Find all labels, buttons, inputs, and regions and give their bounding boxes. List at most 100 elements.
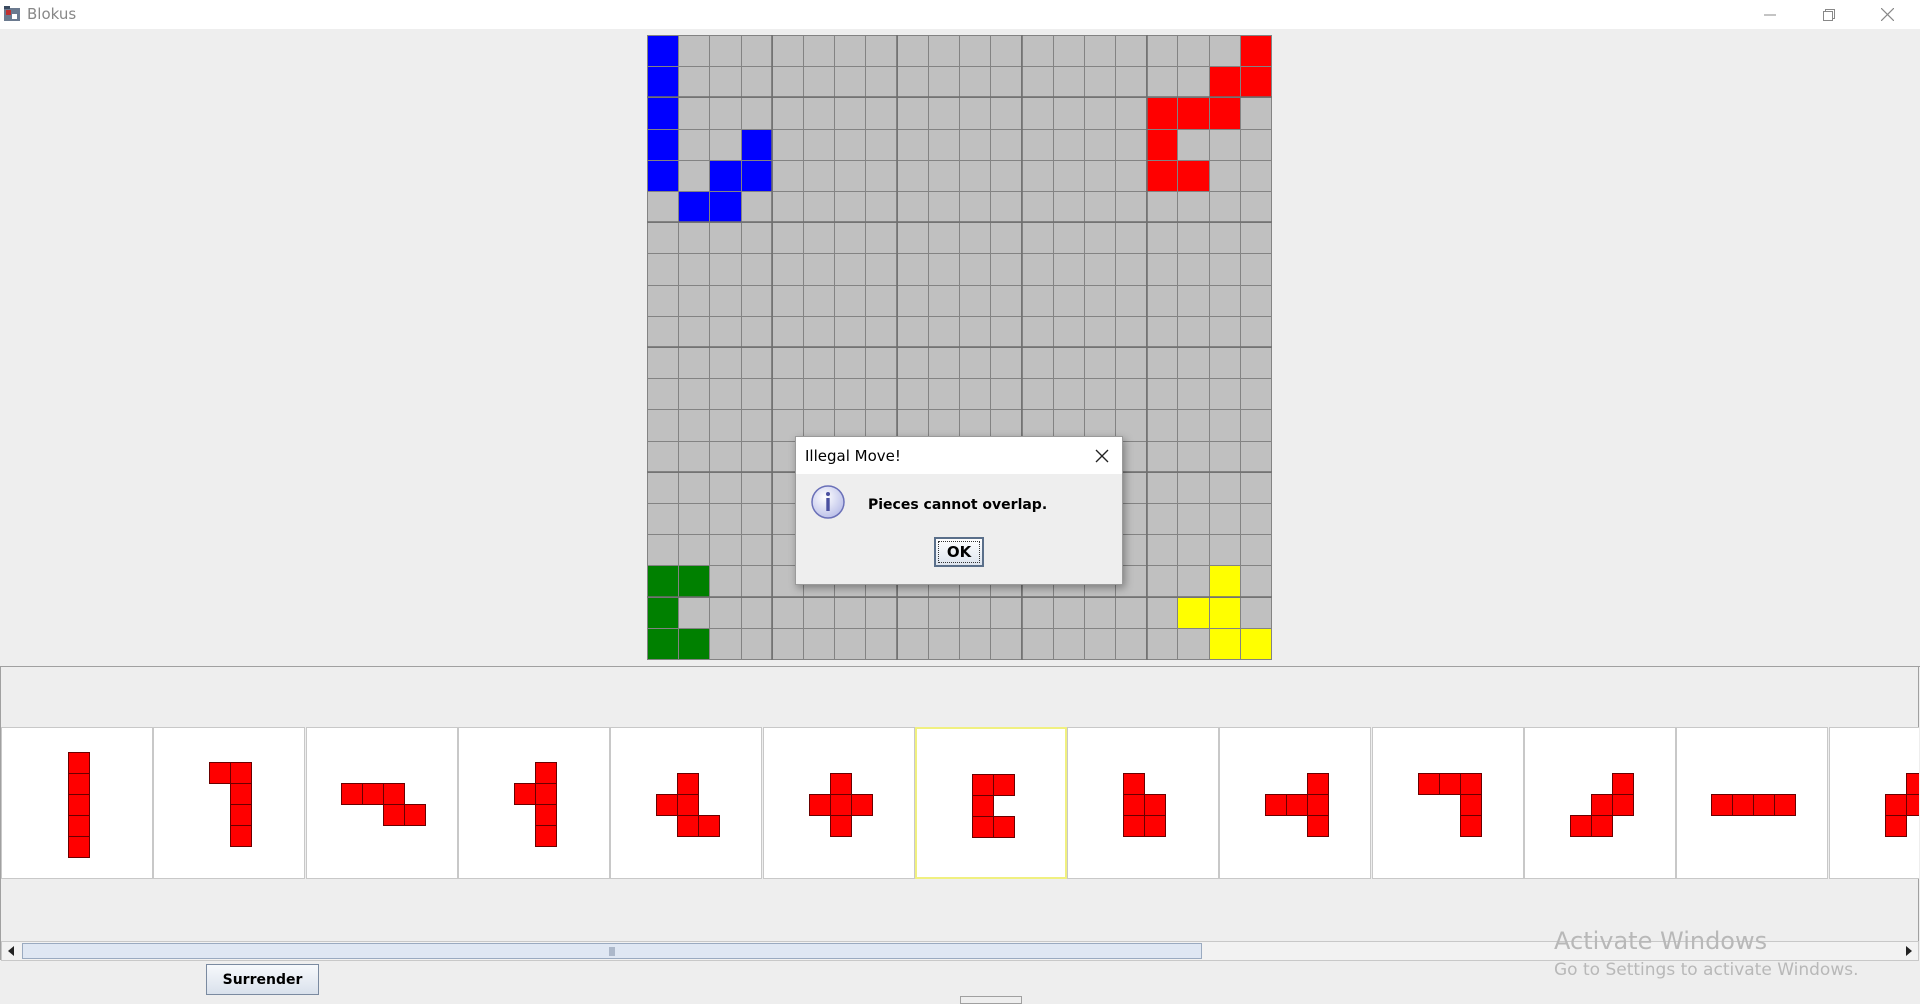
board-cell[interactable] xyxy=(804,192,835,223)
board-cell[interactable] xyxy=(991,285,1022,316)
board-cell[interactable] xyxy=(1053,223,1084,254)
board-cell[interactable] xyxy=(1022,597,1053,628)
board-cell[interactable] xyxy=(679,504,710,535)
board-cell[interactable] xyxy=(928,129,959,160)
board-cell[interactable] xyxy=(1240,192,1271,223)
board-cell[interactable] xyxy=(897,36,928,67)
board-cell-red[interactable] xyxy=(1240,67,1271,98)
board-cell[interactable] xyxy=(710,285,741,316)
board-cell[interactable] xyxy=(866,223,897,254)
board-cell-red[interactable] xyxy=(1209,98,1240,129)
board-cell[interactable] xyxy=(1084,316,1115,347)
board-cell[interactable] xyxy=(1084,254,1115,285)
board-cell[interactable] xyxy=(1053,98,1084,129)
board-cell[interactable] xyxy=(772,129,803,160)
board-cell[interactable] xyxy=(1147,379,1178,410)
board-cell[interactable] xyxy=(1053,36,1084,67)
board-cell[interactable] xyxy=(679,129,710,160)
board-cell[interactable] xyxy=(1147,254,1178,285)
board-cell[interactable] xyxy=(1084,223,1115,254)
board-cell[interactable] xyxy=(710,566,741,597)
board-cell[interactable] xyxy=(991,129,1022,160)
board-cell[interactable] xyxy=(928,348,959,379)
board-cell[interactable] xyxy=(897,98,928,129)
board-cell[interactable] xyxy=(991,36,1022,67)
board-cell[interactable] xyxy=(1147,441,1178,472)
board-cell[interactable] xyxy=(1116,192,1147,223)
board-cell[interactable] xyxy=(928,316,959,347)
restore-button[interactable] xyxy=(1800,0,1858,29)
board-cell[interactable] xyxy=(648,504,679,535)
piece-slot[interactable] xyxy=(1676,727,1828,879)
board-cell[interactable] xyxy=(1084,36,1115,67)
board-cell[interactable] xyxy=(897,67,928,98)
board-cell[interactable] xyxy=(804,98,835,129)
board-cell[interactable] xyxy=(1147,316,1178,347)
board-cell-yellow[interactable] xyxy=(1178,597,1209,628)
board-cell[interactable] xyxy=(928,285,959,316)
board-cell[interactable] xyxy=(772,597,803,628)
board-cell[interactable] xyxy=(1178,285,1209,316)
board-cell[interactable] xyxy=(897,379,928,410)
board-cell[interactable] xyxy=(1084,379,1115,410)
board-cell[interactable] xyxy=(772,160,803,191)
board-cell[interactable] xyxy=(1240,472,1271,503)
board-cell[interactable] xyxy=(741,379,772,410)
board-cell[interactable] xyxy=(928,67,959,98)
board-cell[interactable] xyxy=(866,129,897,160)
board-cell[interactable] xyxy=(1084,348,1115,379)
board-cell[interactable] xyxy=(1116,67,1147,98)
board-cell[interactable] xyxy=(960,160,991,191)
board-cell-red[interactable] xyxy=(1178,160,1209,191)
board-cell[interactable] xyxy=(1240,566,1271,597)
board-cell-red[interactable] xyxy=(1240,36,1271,67)
board-cell[interactable] xyxy=(960,597,991,628)
board-cell[interactable] xyxy=(1084,129,1115,160)
board-cell[interactable] xyxy=(648,472,679,503)
board-cell[interactable] xyxy=(679,348,710,379)
board-cell[interactable] xyxy=(1084,192,1115,223)
board-cell[interactable] xyxy=(960,98,991,129)
piece-slot[interactable] xyxy=(306,727,458,879)
board-cell[interactable] xyxy=(835,597,866,628)
board-cell-green[interactable] xyxy=(679,566,710,597)
board-cell[interactable] xyxy=(1240,441,1271,472)
board-cell[interactable] xyxy=(741,348,772,379)
board-cell[interactable] xyxy=(960,36,991,67)
close-icon[interactable] xyxy=(1092,446,1112,466)
board-cell[interactable] xyxy=(1147,566,1178,597)
board-cell[interactable] xyxy=(1084,597,1115,628)
board-cell[interactable] xyxy=(741,597,772,628)
board-cell[interactable] xyxy=(741,316,772,347)
board-cell[interactable] xyxy=(1022,379,1053,410)
board-cell[interactable] xyxy=(741,566,772,597)
board-cell[interactable] xyxy=(897,316,928,347)
board-cell[interactable] xyxy=(741,472,772,503)
board-cell[interactable] xyxy=(835,129,866,160)
board-cell[interactable] xyxy=(710,316,741,347)
board-cell[interactable] xyxy=(804,628,835,659)
board-cell[interactable] xyxy=(1178,535,1209,566)
board-cell[interactable] xyxy=(928,597,959,628)
board-cell[interactable] xyxy=(1209,316,1240,347)
board-cell[interactable] xyxy=(741,67,772,98)
board-cell[interactable] xyxy=(710,597,741,628)
board-cell[interactable] xyxy=(1116,36,1147,67)
board-cell[interactable] xyxy=(772,36,803,67)
board-cell[interactable] xyxy=(804,223,835,254)
board-cell[interactable] xyxy=(1022,192,1053,223)
board-cell[interactable] xyxy=(1053,348,1084,379)
board-cell[interactable] xyxy=(1178,410,1209,441)
board-cell[interactable] xyxy=(991,67,1022,98)
board-cell[interactable] xyxy=(1178,472,1209,503)
board-cell[interactable] xyxy=(679,410,710,441)
board-cell[interactable] xyxy=(741,223,772,254)
board-cell[interactable] xyxy=(1053,67,1084,98)
board-cell[interactable] xyxy=(991,628,1022,659)
board-cell-red[interactable] xyxy=(1147,160,1178,191)
board-cell-green[interactable] xyxy=(648,597,679,628)
board-cell[interactable] xyxy=(1209,504,1240,535)
piece-slot[interactable] xyxy=(1524,727,1676,879)
board-cell[interactable] xyxy=(1053,379,1084,410)
board-cell[interactable] xyxy=(1178,36,1209,67)
